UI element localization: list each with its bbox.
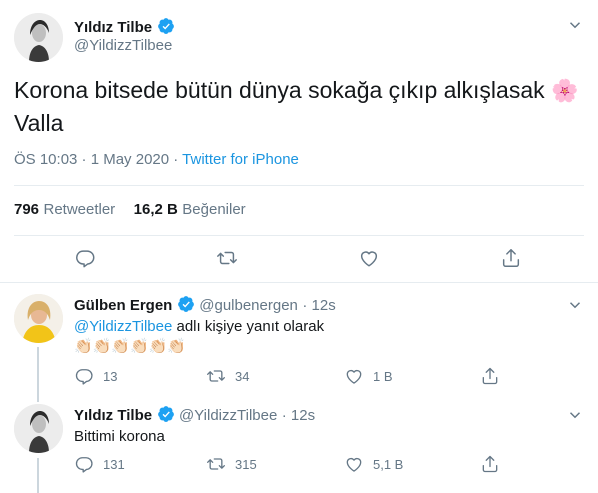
like-icon[interactable]: [344, 454, 364, 474]
reply-author-line: Yıldız Tilbe @YildizzTilbee · 12s: [74, 405, 315, 425]
reply-time[interactable]: · 12s: [302, 297, 335, 314]
verified-badge-icon: [157, 405, 175, 423]
reply-count: 13: [103, 369, 118, 384]
reply-text: 👏🏻👏🏻👏🏻👏🏻👏🏻👏🏻: [74, 338, 187, 355]
share-icon[interactable]: [480, 454, 500, 474]
reply-time[interactable]: · 12s: [282, 407, 315, 424]
tweet-text-line2: Valla: [14, 110, 64, 136]
reply-author-line: Gülben Ergen @gulbenergen · 12s: [74, 295, 336, 315]
author-line: Yıldız Tilbe: [74, 17, 175, 37]
reply-actions: 131 315 5,1 B: [74, 454, 494, 474]
retweet-label: Retweetler: [43, 201, 116, 218]
retweet-count: 796: [14, 201, 40, 218]
retweet-icon[interactable]: [216, 247, 238, 269]
reply-actions: 13 34 1 B: [74, 366, 494, 386]
tweet-meta: ÖS 10:03 · 1 May 2020 · Twitter for iPho…: [14, 151, 299, 168]
source-link[interactable]: Twitter for iPhone: [182, 151, 299, 168]
divider: [14, 185, 584, 186]
timestamp[interactable]: ÖS 10:03 · 1 May 2020 ·: [14, 151, 182, 168]
divider: [0, 282, 598, 283]
chevron-down-icon[interactable]: [566, 406, 584, 424]
retweet-icon[interactable]: [206, 454, 226, 474]
divider: [14, 235, 584, 236]
like-count: 16,2 B: [133, 201, 178, 218]
retweets-stat[interactable]: 796 Retweetler: [14, 201, 120, 218]
chevron-down-icon[interactable]: [566, 16, 584, 34]
reply-avatar[interactable]: [14, 404, 63, 453]
share-icon[interactable]: [500, 247, 522, 269]
engagement-counts: 796 Retweetler 16,2 B Beğeniler: [14, 201, 246, 219]
reply-avatar[interactable]: [14, 294, 63, 343]
reply-count: 131: [103, 457, 125, 472]
share-icon[interactable]: [480, 366, 500, 386]
reply-author-handle[interactable]: @YildizzTilbee: [179, 407, 277, 424]
reply-text: Bittimi korona: [74, 428, 165, 445]
reply-icon[interactable]: [74, 454, 94, 474]
like-count: 1 B: [373, 369, 393, 384]
replying-to: @YildizzTilbee adlı kişiye yanıt olarak: [74, 317, 324, 337]
avatar[interactable]: [14, 13, 63, 62]
verified-badge-icon: [177, 295, 195, 313]
reply-icon[interactable]: [74, 247, 96, 269]
reply-icon[interactable]: [74, 366, 94, 386]
chevron-down-icon[interactable]: [566, 296, 584, 314]
like-icon[interactable]: [344, 366, 364, 386]
reply-author-name[interactable]: Yıldız Tilbe: [74, 407, 152, 424]
likes-stat[interactable]: 16,2 B Beğeniler: [134, 201, 246, 218]
like-icon[interactable]: [358, 247, 380, 269]
tweet-text: Korona bitsede bütün dünya sokağa çıkıp …: [14, 74, 589, 139]
avatar-photo: [14, 13, 63, 62]
reply-author-handle[interactable]: @gulbenergen: [199, 297, 298, 314]
reply-author-name[interactable]: Gülben Ergen: [74, 297, 172, 314]
thread-line: [37, 458, 39, 493]
retweet-icon[interactable]: [206, 366, 226, 386]
author-name[interactable]: Yıldız Tilbe: [74, 19, 152, 36]
verified-badge-icon: [157, 17, 175, 35]
retweet-count: 315: [235, 457, 257, 472]
avatar-photo: [14, 404, 63, 453]
thread-line: [37, 347, 39, 402]
replying-to-handle[interactable]: @YildizzTilbee: [74, 318, 172, 335]
retweet-count: 34: [235, 369, 250, 384]
cherry-blossom-emoji: 🌸: [551, 78, 579, 103]
like-label: Beğeniler: [182, 201, 246, 218]
avatar-photo: [14, 294, 63, 343]
like-count: 5,1 B: [373, 457, 404, 472]
tweet-text-line1: Korona bitsede bütün dünya sokağa çıkıp …: [14, 77, 545, 103]
replying-to-suffix: adlı kişiye yanıt olarak: [172, 318, 325, 335]
author-handle[interactable]: @YildizzTilbee: [74, 37, 172, 54]
